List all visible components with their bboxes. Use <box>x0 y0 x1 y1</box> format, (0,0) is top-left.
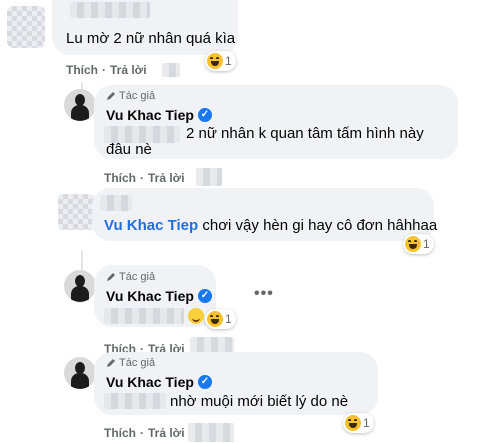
author-badge: Tác giả <box>106 357 155 369</box>
reaction-count[interactable]: 1 <box>343 413 374 433</box>
author-name[interactable]: Vu Khac Tiep ✓ <box>106 288 212 304</box>
author-avatar[interactable] <box>64 357 96 389</box>
like-button[interactable]: Thích <box>104 171 136 185</box>
redacted-timestamp <box>188 423 234 442</box>
thread-line <box>81 250 83 270</box>
avatar[interactable] <box>7 6 45 48</box>
redacted-text <box>104 308 184 324</box>
comment-text-line-1: 2 nữ nhân k quan tâm tấm hình này <box>186 125 424 142</box>
comment-text: nhờ muội mới biết lý do nè <box>170 393 349 410</box>
comment-text: Lu mờ 2 nữ nhân quá kìa <box>66 30 236 47</box>
comment-actions: Thích · Trả lời <box>66 63 147 77</box>
reply-button[interactable]: Trả lời <box>148 171 185 185</box>
redacted-timestamp <box>162 63 180 77</box>
verified-icon: ✓ <box>197 108 212 122</box>
redacted-name <box>70 2 150 18</box>
author-badge: Tác giả <box>106 90 155 102</box>
pen-icon <box>107 359 115 367</box>
author-avatar[interactable] <box>64 89 96 121</box>
avatar[interactable] <box>58 194 94 230</box>
comment-actions: Thích · Trả lời <box>104 171 185 185</box>
mention-link[interactable]: Vu Khac Tiep <box>104 217 198 234</box>
haha-icon <box>207 53 223 69</box>
like-button[interactable]: Thích <box>104 426 136 440</box>
author-name[interactable]: Vu Khac Tiep ✓ <box>106 374 212 390</box>
reaction-count[interactable]: 1 <box>205 51 236 71</box>
reply-button[interactable]: Trả lời <box>110 63 147 77</box>
haha-icon <box>345 415 361 431</box>
pen-icon <box>107 92 115 100</box>
redacted-mention <box>104 393 166 409</box>
author-badge: Tác giả <box>106 271 155 283</box>
comment-text-line-2: đâu nè <box>106 141 152 158</box>
comment-text: Vu Khac Tiep chơi vậy hèn gi hay cô đơn … <box>104 217 438 234</box>
redacted-timestamp <box>196 168 222 186</box>
more-options-icon[interactable]: ••• <box>254 285 274 303</box>
comment-actions: Thích · Trả lời <box>104 426 185 440</box>
pen-icon <box>107 273 115 281</box>
like-button[interactable]: Thích <box>66 63 98 77</box>
smile-emoji <box>188 308 204 324</box>
haha-icon <box>405 236 421 252</box>
verified-icon: ✓ <box>197 375 212 389</box>
reply-button[interactable]: Trả lời <box>148 426 185 440</box>
verified-icon: ✓ <box>197 289 212 303</box>
author-name[interactable]: Vu Khac Tiep ✓ <box>106 107 212 123</box>
haha-icon <box>207 311 223 327</box>
reaction-count[interactable]: 1 <box>205 309 236 329</box>
author-avatar[interactable] <box>64 270 96 302</box>
reaction-count[interactable]: 1 <box>403 234 434 254</box>
redacted-name <box>100 195 132 211</box>
